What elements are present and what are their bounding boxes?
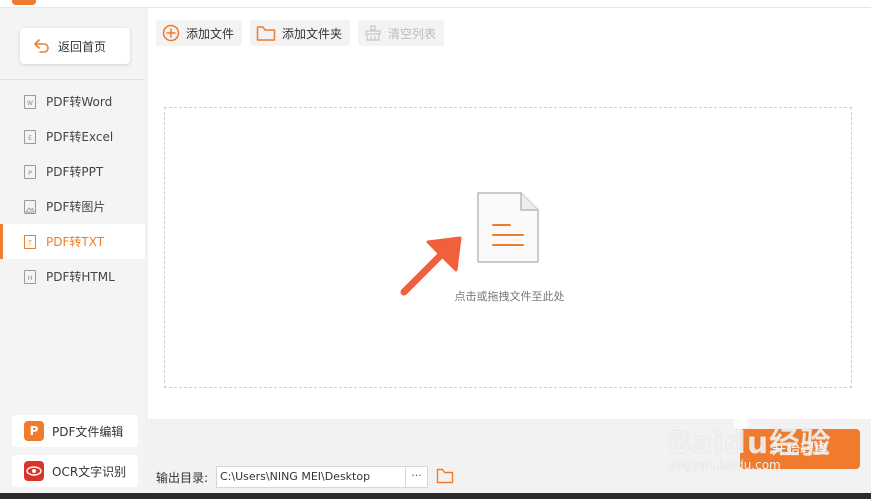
sidebar-item-pdf-to-ppt[interactable]: P PDF转PPT — [0, 154, 145, 189]
add-file-label: 添加文件 — [186, 26, 235, 41]
output-path-field[interactable]: C:\Users\NING MEI\Desktop — [216, 466, 406, 488]
main-panel: 添加文件 添加文件夹 清空列表 点击或拖拽文件至此处 — [148, 8, 871, 419]
sidebar-item-pdf-to-image[interactable]: PDF转图片 — [0, 189, 145, 224]
drop-hint-text: 点击或拖拽文件至此处 — [454, 290, 565, 303]
image-file-icon — [24, 199, 36, 214]
sidebar-item-label: PDF转图片 — [46, 200, 106, 214]
back-home-button[interactable]: 返回首页 — [20, 28, 130, 64]
video-caption-strip — [0, 493, 871, 499]
word-file-icon: W — [24, 94, 36, 109]
ocr-button[interactable]: OCR文字识别 — [12, 455, 138, 487]
sidebar-item-label: PDF转Word — [46, 95, 113, 109]
ppt-file-icon: P — [24, 164, 36, 179]
pdf-edit-label: PDF文件编辑 — [52, 424, 124, 439]
sidebar-item-label: PDF转TXT — [46, 235, 105, 249]
add-folder-button[interactable]: 添加文件夹 — [250, 20, 351, 46]
ocr-label: OCR文字识别 — [52, 464, 127, 479]
open-folder-icon[interactable] — [436, 468, 454, 484]
document-icon — [477, 192, 539, 263]
sidebar-item-pdf-to-excel[interactable]: E PDF转Excel — [0, 119, 145, 154]
mountain-icon — [25, 206, 35, 212]
sidebar-item-label: PDF转Excel — [46, 130, 114, 144]
pdf-edit-button[interactable]: P PDF文件编辑 — [12, 415, 138, 447]
txt-file-icon: T — [24, 234, 36, 249]
broom-icon — [365, 25, 381, 41]
back-arrow-icon — [34, 39, 49, 53]
sidebar-item-pdf-to-html[interactable]: H PDF转HTML — [0, 259, 145, 294]
start-convert-button[interactable]: 开始转换 — [740, 429, 860, 469]
title-bar — [0, 0, 871, 8]
sidebar: 返回首页 W PDF转Word E PDF转Excel P PDF转PPT PD… — [0, 8, 145, 499]
sidebar-item-pdf-to-txt[interactable]: T PDF转TXT — [0, 224, 145, 259]
output-dir-label: 输出目录: — [156, 471, 209, 485]
app-window: 返回首页 W PDF转Word E PDF转Excel P PDF转PPT PD… — [0, 0, 871, 499]
browse-more-button[interactable]: ··· — [406, 466, 428, 488]
plus-circle-icon — [162, 24, 180, 42]
excel-file-icon: E — [24, 129, 36, 144]
sidebar-item-label: PDF转PPT — [46, 165, 104, 179]
add-file-button[interactable]: 添加文件 — [156, 20, 243, 46]
html-file-icon: H — [24, 269, 36, 284]
sidebar-divider — [0, 79, 145, 80]
back-home-label: 返回首页 — [58, 39, 107, 54]
app-logo-icon — [12, 0, 36, 5]
add-folder-label: 添加文件夹 — [282, 26, 343, 41]
pdf-edit-icon: P — [24, 421, 44, 441]
ocr-eye-icon — [24, 461, 44, 481]
sidebar-nav: W PDF转Word E PDF转Excel P PDF转PPT PDF转图片 … — [0, 84, 145, 294]
sidebar-item-label: PDF转HTML — [46, 270, 115, 284]
folder-icon — [256, 25, 276, 41]
output-bar: 输出目录: C:\Users\NING MEI\Desktop ··· 开始转换 — [148, 419, 871, 499]
sidebar-item-pdf-to-word[interactable]: W PDF转Word — [0, 84, 145, 119]
clear-list-label: 清空列表 — [388, 26, 437, 41]
clear-list-button[interactable]: 清空列表 — [358, 20, 445, 46]
